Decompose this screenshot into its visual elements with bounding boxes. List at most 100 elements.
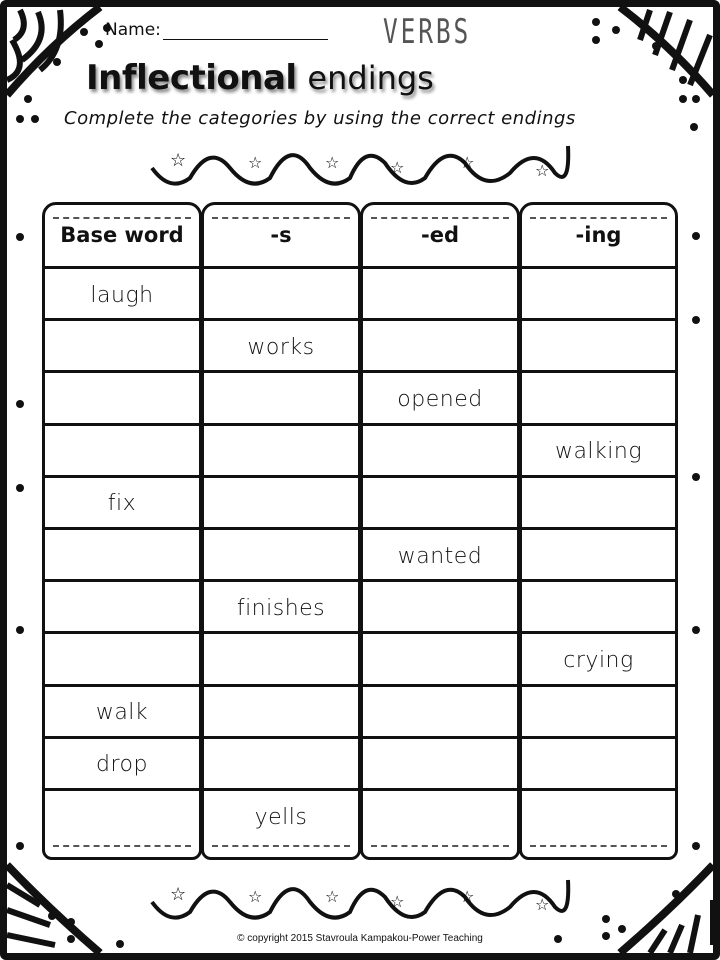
decor-dot xyxy=(692,842,700,850)
decor-dot xyxy=(95,40,103,48)
table-cell: walking xyxy=(554,439,643,465)
svg-text:☆: ☆ xyxy=(390,892,404,911)
page-title: Inflectional endings xyxy=(86,58,434,98)
table-cell[interactable] xyxy=(201,530,361,582)
table-cell[interactable] xyxy=(519,269,678,321)
ribbon-decoration-top: ☆ ☆ ☆ ☆ ☆ ☆ xyxy=(150,145,571,186)
copyright-text: © copyright 2015 Stavroula Kampakou-Powe… xyxy=(237,933,483,944)
title-bold: Inflectional xyxy=(86,58,297,98)
decor-dot xyxy=(679,76,687,84)
table-cell[interactable] xyxy=(201,478,361,530)
table-cell[interactable] xyxy=(201,373,361,425)
decor-dot xyxy=(80,28,88,36)
header-base-word: Base word xyxy=(60,223,184,247)
decor-dot xyxy=(592,18,600,26)
decor-dot xyxy=(16,842,24,850)
decor-dot xyxy=(53,58,61,66)
table-cell[interactable] xyxy=(519,739,678,791)
table-cell[interactable] xyxy=(519,321,678,373)
svg-text:☆: ☆ xyxy=(535,161,549,180)
table-cell: walk xyxy=(95,700,149,726)
header-ing: -ing xyxy=(575,223,622,247)
table-cell[interactable] xyxy=(42,530,202,582)
table-cell[interactable] xyxy=(519,478,678,530)
decor-dot xyxy=(31,115,39,123)
svg-text:☆: ☆ xyxy=(248,153,262,172)
table-cell[interactable] xyxy=(360,634,520,686)
decor-dot xyxy=(602,915,610,923)
decor-dot xyxy=(592,36,600,44)
svg-text:☆: ☆ xyxy=(325,153,339,172)
table-cell[interactable] xyxy=(201,687,361,739)
table-cell[interactable] xyxy=(519,687,678,739)
category-label: VERBS xyxy=(383,12,472,52)
table-cell[interactable] xyxy=(519,373,678,425)
table-cell[interactable] xyxy=(360,582,520,634)
corner-decoration-top-right xyxy=(617,3,717,98)
decor-dot xyxy=(692,95,700,103)
table-cell[interactable] xyxy=(360,269,520,321)
decor-dot xyxy=(690,123,698,131)
table-cell[interactable] xyxy=(42,321,202,373)
decor-dot xyxy=(692,626,700,634)
table-cell[interactable] xyxy=(42,426,202,478)
decor-dot xyxy=(679,95,687,103)
decor-dot xyxy=(48,912,56,920)
decor-dot xyxy=(16,626,24,634)
table-cell: fix xyxy=(107,491,137,517)
svg-text:☆: ☆ xyxy=(170,150,186,171)
svg-text:☆: ☆ xyxy=(460,887,474,906)
table-cell[interactable] xyxy=(360,791,520,843)
decor-dot xyxy=(612,26,620,34)
table-cell: works xyxy=(247,334,315,360)
table-cell: opened xyxy=(397,386,483,412)
name-blank-line[interactable] xyxy=(162,23,328,40)
table-cell[interactable] xyxy=(519,791,678,843)
table-cell[interactable] xyxy=(519,582,678,634)
decor-dot xyxy=(692,232,700,240)
table-cell[interactable] xyxy=(201,634,361,686)
svg-text:☆: ☆ xyxy=(325,887,339,906)
table-cell[interactable] xyxy=(201,269,361,321)
decor-dot xyxy=(652,42,660,50)
table-cell[interactable] xyxy=(360,739,520,791)
svg-text:☆: ☆ xyxy=(170,884,186,905)
table-cell: yells xyxy=(254,804,308,830)
table-cell[interactable] xyxy=(360,321,520,373)
table-cell[interactable] xyxy=(42,791,202,843)
instructions: Complete the categories by using the cor… xyxy=(64,108,576,129)
table-cell[interactable] xyxy=(42,634,202,686)
table-cell[interactable] xyxy=(360,478,520,530)
decor-dot xyxy=(618,925,626,933)
table-cell[interactable] xyxy=(360,687,520,739)
decor-dot xyxy=(16,400,24,408)
decor-dot xyxy=(16,484,24,492)
table-cell: wanted xyxy=(397,543,483,569)
table-cell: crying xyxy=(563,647,634,673)
table-cell[interactable] xyxy=(42,582,202,634)
header-s: -s xyxy=(270,223,292,247)
name-field[interactable]: Name: xyxy=(105,20,328,40)
decor-dot xyxy=(692,473,700,481)
decor-dot xyxy=(692,316,700,324)
table-cell: finishes xyxy=(236,595,326,621)
decor-dot xyxy=(24,95,32,103)
table-cell[interactable] xyxy=(201,739,361,791)
table-cell[interactable] xyxy=(42,373,202,425)
table-cell[interactable] xyxy=(360,426,520,478)
ribbon-decoration-bottom: ☆ ☆ ☆ ☆ ☆ ☆ xyxy=(150,879,571,920)
svg-text:☆: ☆ xyxy=(390,158,404,177)
decor-dot xyxy=(67,918,75,926)
decor-dot xyxy=(16,233,24,241)
table-cell: laugh xyxy=(90,282,154,308)
decor-dot xyxy=(16,115,24,123)
table-cell[interactable] xyxy=(519,530,678,582)
header-ed: -ed xyxy=(421,223,459,247)
decor-dot xyxy=(672,890,680,898)
svg-text:☆: ☆ xyxy=(535,895,549,914)
svg-text:☆: ☆ xyxy=(460,153,474,172)
table-cell: drop xyxy=(96,752,148,778)
name-label: Name: xyxy=(105,20,161,40)
table-cell[interactable] xyxy=(201,426,361,478)
title-rest: endings xyxy=(307,59,434,97)
